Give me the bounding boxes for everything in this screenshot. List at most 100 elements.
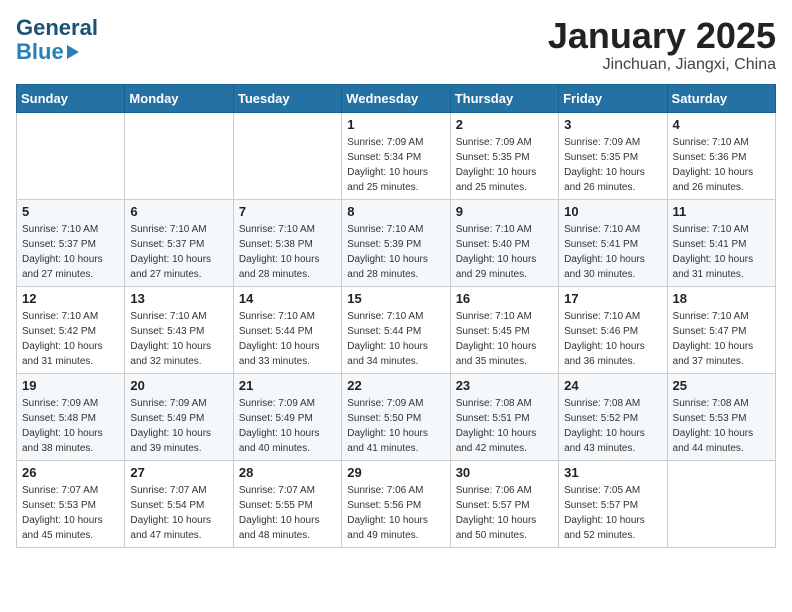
calendar-cell: 12 Sunrise: 7:10 AMSunset: 5:42 PMDayligh… [17,286,125,373]
calendar-cell: 26 Sunrise: 7:07 AMSunset: 5:53 PMDayligh… [17,460,125,547]
calendar-header-row: SundayMondayTuesdayWednesdayThursdayFrid… [17,84,776,112]
day-info: Sunrise: 7:10 AMSunset: 5:41 PMDaylight:… [673,222,770,282]
calendar-cell [125,112,233,199]
calendar-cell: 28 Sunrise: 7:07 AMSunset: 5:55 PMDayligh… [233,460,341,547]
page-header: General Blue January 2025 Jinchuan, Jian… [16,16,776,74]
calendar-week-row: 19Sunrise: 7:09 AMSunset: 5:48 PMDayligh… [17,373,776,460]
day-info: Sunrise: 7:10 AMSunset: 5:40 PMDaylight:… [456,222,553,282]
day-number: 30 [456,465,553,480]
day-info: Sunrise: 7:10 AMSunset: 5:36 PMDaylight:… [673,135,770,195]
day-number: 8 [347,204,444,219]
day-info: Sunrise: 7:06 AMSunset: 5:57 PMDaylight:… [456,483,553,543]
day-info: Sunrise: 7:05 AMSunset: 5:57 PMDaylight:… [564,483,661,543]
calendar-cell: 17 Sunrise: 7:10 AMSunset: 5:46 PMDayligh… [559,286,667,373]
calendar-cell: 31 Sunrise: 7:05 AMSunset: 5:57 PMDayligh… [559,460,667,547]
logo-blue-text: Blue [16,40,64,64]
day-info: Sunrise: 7:10 AMSunset: 5:44 PMDaylight:… [347,309,444,369]
day-number: 17 [564,291,661,306]
day-info: Sunrise: 7:06 AMSunset: 5:56 PMDaylight:… [347,483,444,543]
day-number: 13 [130,291,227,306]
day-info: Sunrise: 7:10 AMSunset: 5:46 PMDaylight:… [564,309,661,369]
calendar-cell: 10 Sunrise: 7:10 AMSunset: 5:41 PMDayligh… [559,199,667,286]
day-number: 29 [347,465,444,480]
calendar-header-tuesday: Tuesday [233,84,341,112]
day-info: Sunrise: 7:07 AMSunset: 5:54 PMDaylight:… [130,483,227,543]
day-number: 4 [673,117,770,132]
day-info: Sunrise: 7:10 AMSunset: 5:42 PMDaylight:… [22,309,119,369]
calendar-week-row: 26 Sunrise: 7:07 AMSunset: 5:53 PMDayligh… [17,460,776,547]
calendar-cell: 11 Sunrise: 7:10 AMSunset: 5:41 PMDayligh… [667,199,775,286]
calendar-cell: 18 Sunrise: 7:10 AMSunset: 5:47 PMDayligh… [667,286,775,373]
logo-triangle-icon [67,45,79,59]
day-info: Sunrise: 7:10 AMSunset: 5:38 PMDaylight:… [239,222,336,282]
day-number: 3 [564,117,661,132]
day-number: 22 [347,378,444,393]
calendar-cell: 13 Sunrise: 7:10 AMSunset: 5:43 PMDayligh… [125,286,233,373]
day-number: 10 [564,204,661,219]
day-number: 31 [564,465,661,480]
day-number: 12 [22,291,119,306]
day-info: Sunrise: 7:09 AMSunset: 5:49 PMDaylight:… [239,396,336,456]
calendar-cell: 7Sunrise: 7:10 AMSunset: 5:38 PMDaylight… [233,199,341,286]
day-number: 21 [239,378,336,393]
calendar-cell: 6 Sunrise: 7:10 AMSunset: 5:37 PMDaylight… [125,199,233,286]
day-number: 11 [673,204,770,219]
day-info: Sunrise: 7:10 AMSunset: 5:41 PMDaylight:… [564,222,661,282]
day-info: Sunrise: 7:08 AMSunset: 5:52 PMDaylight:… [564,396,661,456]
calendar-cell: 9Sunrise: 7:10 AMSunset: 5:40 PMDaylight… [450,199,558,286]
day-info: Sunrise: 7:10 AMSunset: 5:37 PMDaylight:… [130,222,227,282]
day-info: Sunrise: 7:10 AMSunset: 5:43 PMDaylight:… [130,309,227,369]
calendar-header-thursday: Thursday [450,84,558,112]
day-number: 24 [564,378,661,393]
calendar-cell: 25 Sunrise: 7:08 AMSunset: 5:53 PMDayligh… [667,373,775,460]
day-number: 1 [347,117,444,132]
calendar-week-row: 12 Sunrise: 7:10 AMSunset: 5:42 PMDayligh… [17,286,776,373]
day-number: 25 [673,378,770,393]
calendar-cell: 21 Sunrise: 7:09 AMSunset: 5:49 PMDayligh… [233,373,341,460]
calendar-cell: 23 Sunrise: 7:08 AMSunset: 5:51 PMDayligh… [450,373,558,460]
day-info: Sunrise: 7:08 AMSunset: 5:53 PMDaylight:… [673,396,770,456]
calendar-cell: 5Sunrise: 7:10 AMSunset: 5:37 PMDaylight… [17,199,125,286]
day-info: Sunrise: 7:08 AMSunset: 5:51 PMDaylight:… [456,396,553,456]
day-info: Sunrise: 7:07 AMSunset: 5:55 PMDaylight:… [239,483,336,543]
calendar-cell: 4 Sunrise: 7:10 AMSunset: 5:36 PMDaylight… [667,112,775,199]
calendar-header-friday: Friday [559,84,667,112]
calendar-week-row: 5 Sunrise: 7:10 AMSunset: 5:37 PMDaylight… [17,199,776,286]
calendar-cell: 30 Sunrise: 7:06 AMSunset: 5:57 PMDayligh… [450,460,558,547]
day-info: Sunrise: 7:10 AMSunset: 5:47 PMDaylight:… [673,309,770,369]
day-number: 28 [239,465,336,480]
calendar-week-row: 1Sunrise: 7:09 AMSunset: 5:34 PMDaylight… [17,112,776,199]
day-number: 19 [22,378,119,393]
day-number: 26 [22,465,119,480]
day-number: 6 [130,204,227,219]
day-number: 18 [673,291,770,306]
calendar-cell [667,460,775,547]
calendar-cell: 2Sunrise: 7:09 AMSunset: 5:35 PMDaylight… [450,112,558,199]
calendar-cell: 24 Sunrise: 7:08 AMSunset: 5:52 PMDayligh… [559,373,667,460]
day-info: Sunrise: 7:07 AMSunset: 5:53 PMDaylight:… [22,483,119,543]
calendar-cell: 22Sunrise: 7:09 AMSunset: 5:50 PMDayligh… [342,373,450,460]
calendar-cell: 3 Sunrise: 7:09 AMSunset: 5:35 PMDaylight… [559,112,667,199]
day-number: 14 [239,291,336,306]
month-title: January 2025 [548,16,776,56]
calendar-cell: 29 Sunrise: 7:06 AMSunset: 5:56 PMDayligh… [342,460,450,547]
calendar-cell: 14Sunrise: 7:10 AMSunset: 5:44 PMDayligh… [233,286,341,373]
logo: General Blue [16,16,98,64]
day-info: Sunrise: 7:09 AMSunset: 5:35 PMDaylight:… [456,135,553,195]
calendar-header-saturday: Saturday [667,84,775,112]
day-info: Sunrise: 7:10 AMSunset: 5:39 PMDaylight:… [347,222,444,282]
calendar-cell: 16Sunrise: 7:10 AMSunset: 5:45 PMDayligh… [450,286,558,373]
day-number: 5 [22,204,119,219]
day-info: Sunrise: 7:10 AMSunset: 5:45 PMDaylight:… [456,309,553,369]
calendar-header-wednesday: Wednesday [342,84,450,112]
calendar-cell: 27 Sunrise: 7:07 AMSunset: 5:54 PMDayligh… [125,460,233,547]
calendar-header-monday: Monday [125,84,233,112]
day-info: Sunrise: 7:09 AMSunset: 5:49 PMDaylight:… [130,396,227,456]
calendar-cell: 15Sunrise: 7:10 AMSunset: 5:44 PMDayligh… [342,286,450,373]
calendar-cell: 8 Sunrise: 7:10 AMSunset: 5:39 PMDaylight… [342,199,450,286]
location-title: Jinchuan, Jiangxi, China [548,56,776,74]
day-info: Sunrise: 7:09 AMSunset: 5:35 PMDaylight:… [564,135,661,195]
day-number: 27 [130,465,227,480]
title-block: January 2025 Jinchuan, Jiangxi, China [548,16,776,74]
day-number: 23 [456,378,553,393]
